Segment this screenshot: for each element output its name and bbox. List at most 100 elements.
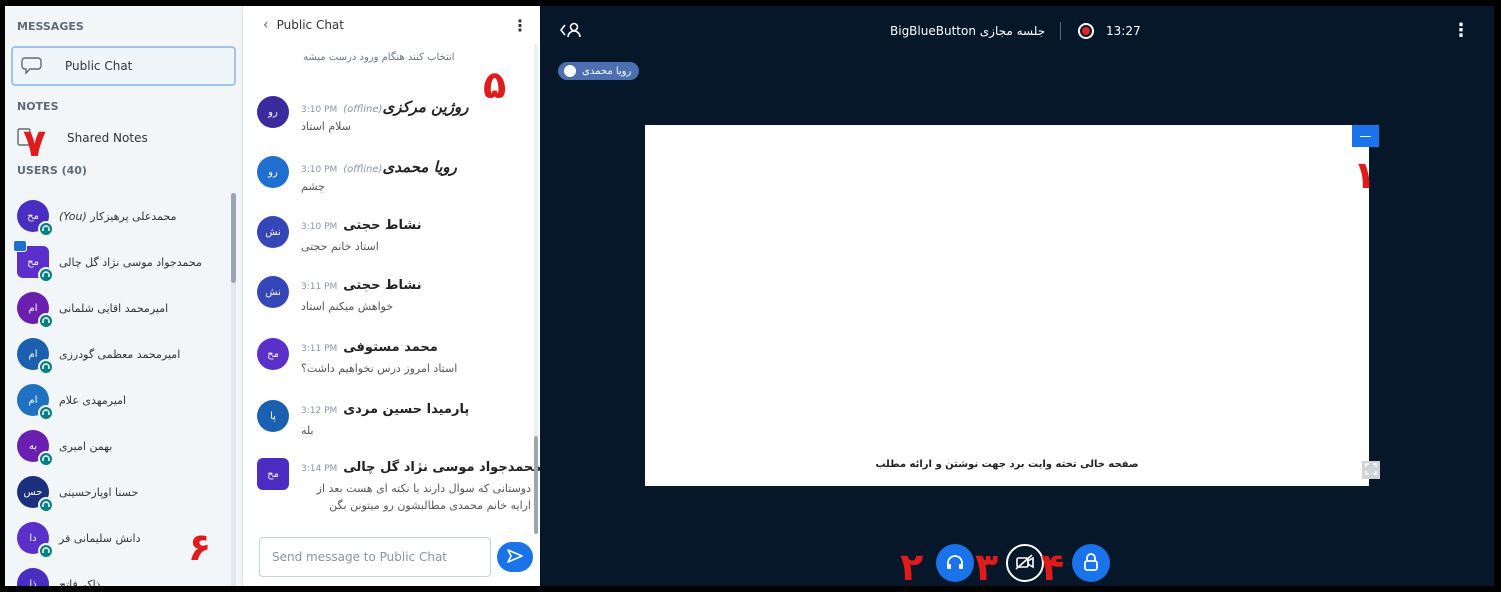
message-time: 3:10 PM	[301, 222, 338, 232]
avatar-initials: به	[28, 440, 38, 452]
talking-indicator[interactable]: رویا محمدی	[558, 62, 640, 80]
message-header: 3:10 PM نشاط حجتی	[301, 218, 421, 233]
talker-name: رویا محمدی	[582, 65, 632, 77]
user-row[interactable]: حس حسنا اوپارحسینی	[5, 469, 242, 515]
message-header: 3:10 PM (offline)روژین مرکزی	[301, 98, 468, 116]
camera-button[interactable]	[1006, 544, 1044, 582]
message-text: چشم	[301, 180, 325, 193]
chevron-left-icon[interactable]: ‹	[263, 17, 269, 33]
send-icon	[507, 548, 523, 566]
offline-label: (offline)	[343, 164, 383, 175]
headphones-icon	[38, 497, 54, 513]
user-row[interactable]: ام امیرمحمد معظمی گودرزی	[5, 331, 242, 377]
user-row[interactable]: به بهمن امیری	[5, 423, 242, 469]
user-row[interactable]: ام امیرمهدی علام	[5, 377, 242, 423]
annotation-5: ۵	[483, 63, 507, 107]
user-list-panel: MESSAGES Public Chat NOTES Shared Notes …	[5, 6, 243, 586]
message-header: 3:10 PM (offline)رویا محمدی	[301, 158, 457, 176]
record-button[interactable]	[1078, 23, 1094, 39]
whiteboard[interactable]: صفحه خالی تخته وایت برد جهت نوشتن و ارائ…	[645, 125, 1369, 486]
message-author: نشاط حجتی	[343, 218, 422, 233]
headphones-icon	[38, 267, 54, 283]
session-timer: 13:27	[1106, 24, 1141, 38]
message-header: 3:11 PM نشاط حجتی	[301, 278, 421, 293]
headphones-icon	[38, 313, 54, 329]
headphones-icon	[38, 405, 54, 421]
chat-message-input[interactable]	[259, 537, 491, 577]
headphones-icon	[946, 554, 964, 573]
message-author: پارمیدا حسین مردی	[343, 402, 470, 417]
headphones-icon	[38, 359, 54, 375]
avatar-initials: رو	[268, 106, 278, 118]
message-text: دوستانی که سوال دارند یا نکته ای هست بعد…	[316, 482, 531, 512]
public-chat-item[interactable]: Public Chat	[11, 46, 236, 86]
you-label: (You)	[59, 209, 87, 223]
user-name: دانش سلیمانی فر	[59, 531, 141, 545]
avatar-initials: مح	[27, 256, 39, 268]
avatar-initials: حس	[23, 486, 43, 498]
annotation-6: ۶	[188, 525, 212, 569]
chat-scrollbar[interactable]	[534, 436, 538, 534]
message-time: 3:14 PM	[301, 464, 338, 474]
avatar-initials: نش	[265, 286, 281, 298]
notes-section-title: NOTES	[17, 100, 59, 113]
avatar: دا	[17, 522, 54, 559]
message-text: سلام استاد	[301, 120, 351, 133]
send-button[interactable]	[497, 542, 533, 572]
chat-options-icon[interactable]: ⋮	[512, 16, 528, 35]
public-chat-label: Public Chat	[65, 59, 133, 73]
user-name: امیرمهدی علام	[59, 393, 127, 407]
avatar-initials: ذا	[29, 578, 37, 587]
user-row[interactable]: مح (You) محمدعلی پرهیزکار	[5, 193, 242, 239]
annotation-4: ۴	[1041, 545, 1065, 586]
chat-bubble-icon	[21, 55, 45, 78]
avatar: نش	[257, 276, 289, 308]
user-name: محمدجواد موسی نژاد گل چالی	[59, 255, 202, 269]
divider	[1060, 22, 1061, 40]
avatar: ام	[17, 292, 54, 329]
bbb-window: MESSAGES Public Chat NOTES Shared Notes …	[5, 6, 1494, 586]
chat-header: ‹ Public Chat ⋮	[243, 6, 540, 44]
headphones-icon	[38, 451, 54, 467]
user-row[interactable]: مح محمدجواد موسی نژاد گل چالی	[5, 239, 242, 285]
audio-button[interactable]	[936, 544, 974, 582]
avatar-initials: نش	[265, 226, 281, 238]
avatar: رو	[257, 156, 289, 188]
user-list-icon	[559, 22, 582, 41]
user-name: ذاکر فاتح	[59, 577, 101, 587]
options-menu-icon[interactable]: ⋮	[1452, 20, 1470, 41]
message-author: نشاط حجتی	[343, 278, 422, 293]
avatar: رو	[257, 96, 289, 128]
shared-notes-label: Shared Notes	[67, 131, 148, 145]
minimize-presentation-button[interactable]: —	[1352, 125, 1379, 147]
truncated-message: انتخاب کنند هنگام ورود درست میشه	[303, 52, 455, 63]
annotation-1: ۱	[1353, 153, 1377, 197]
record-icon	[1082, 27, 1090, 35]
avatar-initials: مح	[267, 348, 279, 360]
chat-messages: انتخاب کنند هنگام ورود درست میشه رو 3:10…	[243, 44, 540, 524]
annotation-3: ۳	[975, 545, 999, 586]
chat-title[interactable]: Public Chat	[277, 18, 512, 32]
message-header: 3:12 PM پارمیدا حسین مردی	[301, 402, 469, 417]
message-time: 3:10 PM	[301, 105, 338, 115]
message-text: خواهش میکنم استاد	[301, 300, 394, 313]
user-name: امیرمحمد معظمی گودرزی	[59, 347, 181, 361]
toggle-userlist-button[interactable]	[559, 22, 582, 41]
avatar-initials: دا	[29, 532, 37, 544]
avatar: پا	[257, 400, 289, 432]
lock-settings-button[interactable]	[1072, 544, 1110, 582]
fullscreen-button[interactable]	[1362, 461, 1380, 479]
avatar: ام	[17, 338, 54, 375]
message-time: 3:11 PM	[301, 282, 338, 292]
fullscreen-icon	[1365, 462, 1377, 478]
lock-icon	[1083, 552, 1099, 574]
avatar-initials: مح	[267, 468, 279, 480]
message-author: روژین مرکزی	[382, 98, 469, 116]
message-header: 3:14 PM محمدجواد موسی نژاد گل چالی	[301, 460, 540, 475]
user-row[interactable]: ام امیرمحمد اقایی شلمانی	[5, 285, 242, 331]
meeting-title: BigBlueButton جلسه مجازی	[890, 24, 1046, 38]
avatar: مح	[13, 240, 54, 283]
user-name: بهمن امیری	[59, 439, 113, 453]
message-time: 3:11 PM	[301, 344, 338, 354]
presentation-area: BigBlueButton جلسه مجازی 13:27 ⋮ رویا مح…	[540, 6, 1494, 586]
